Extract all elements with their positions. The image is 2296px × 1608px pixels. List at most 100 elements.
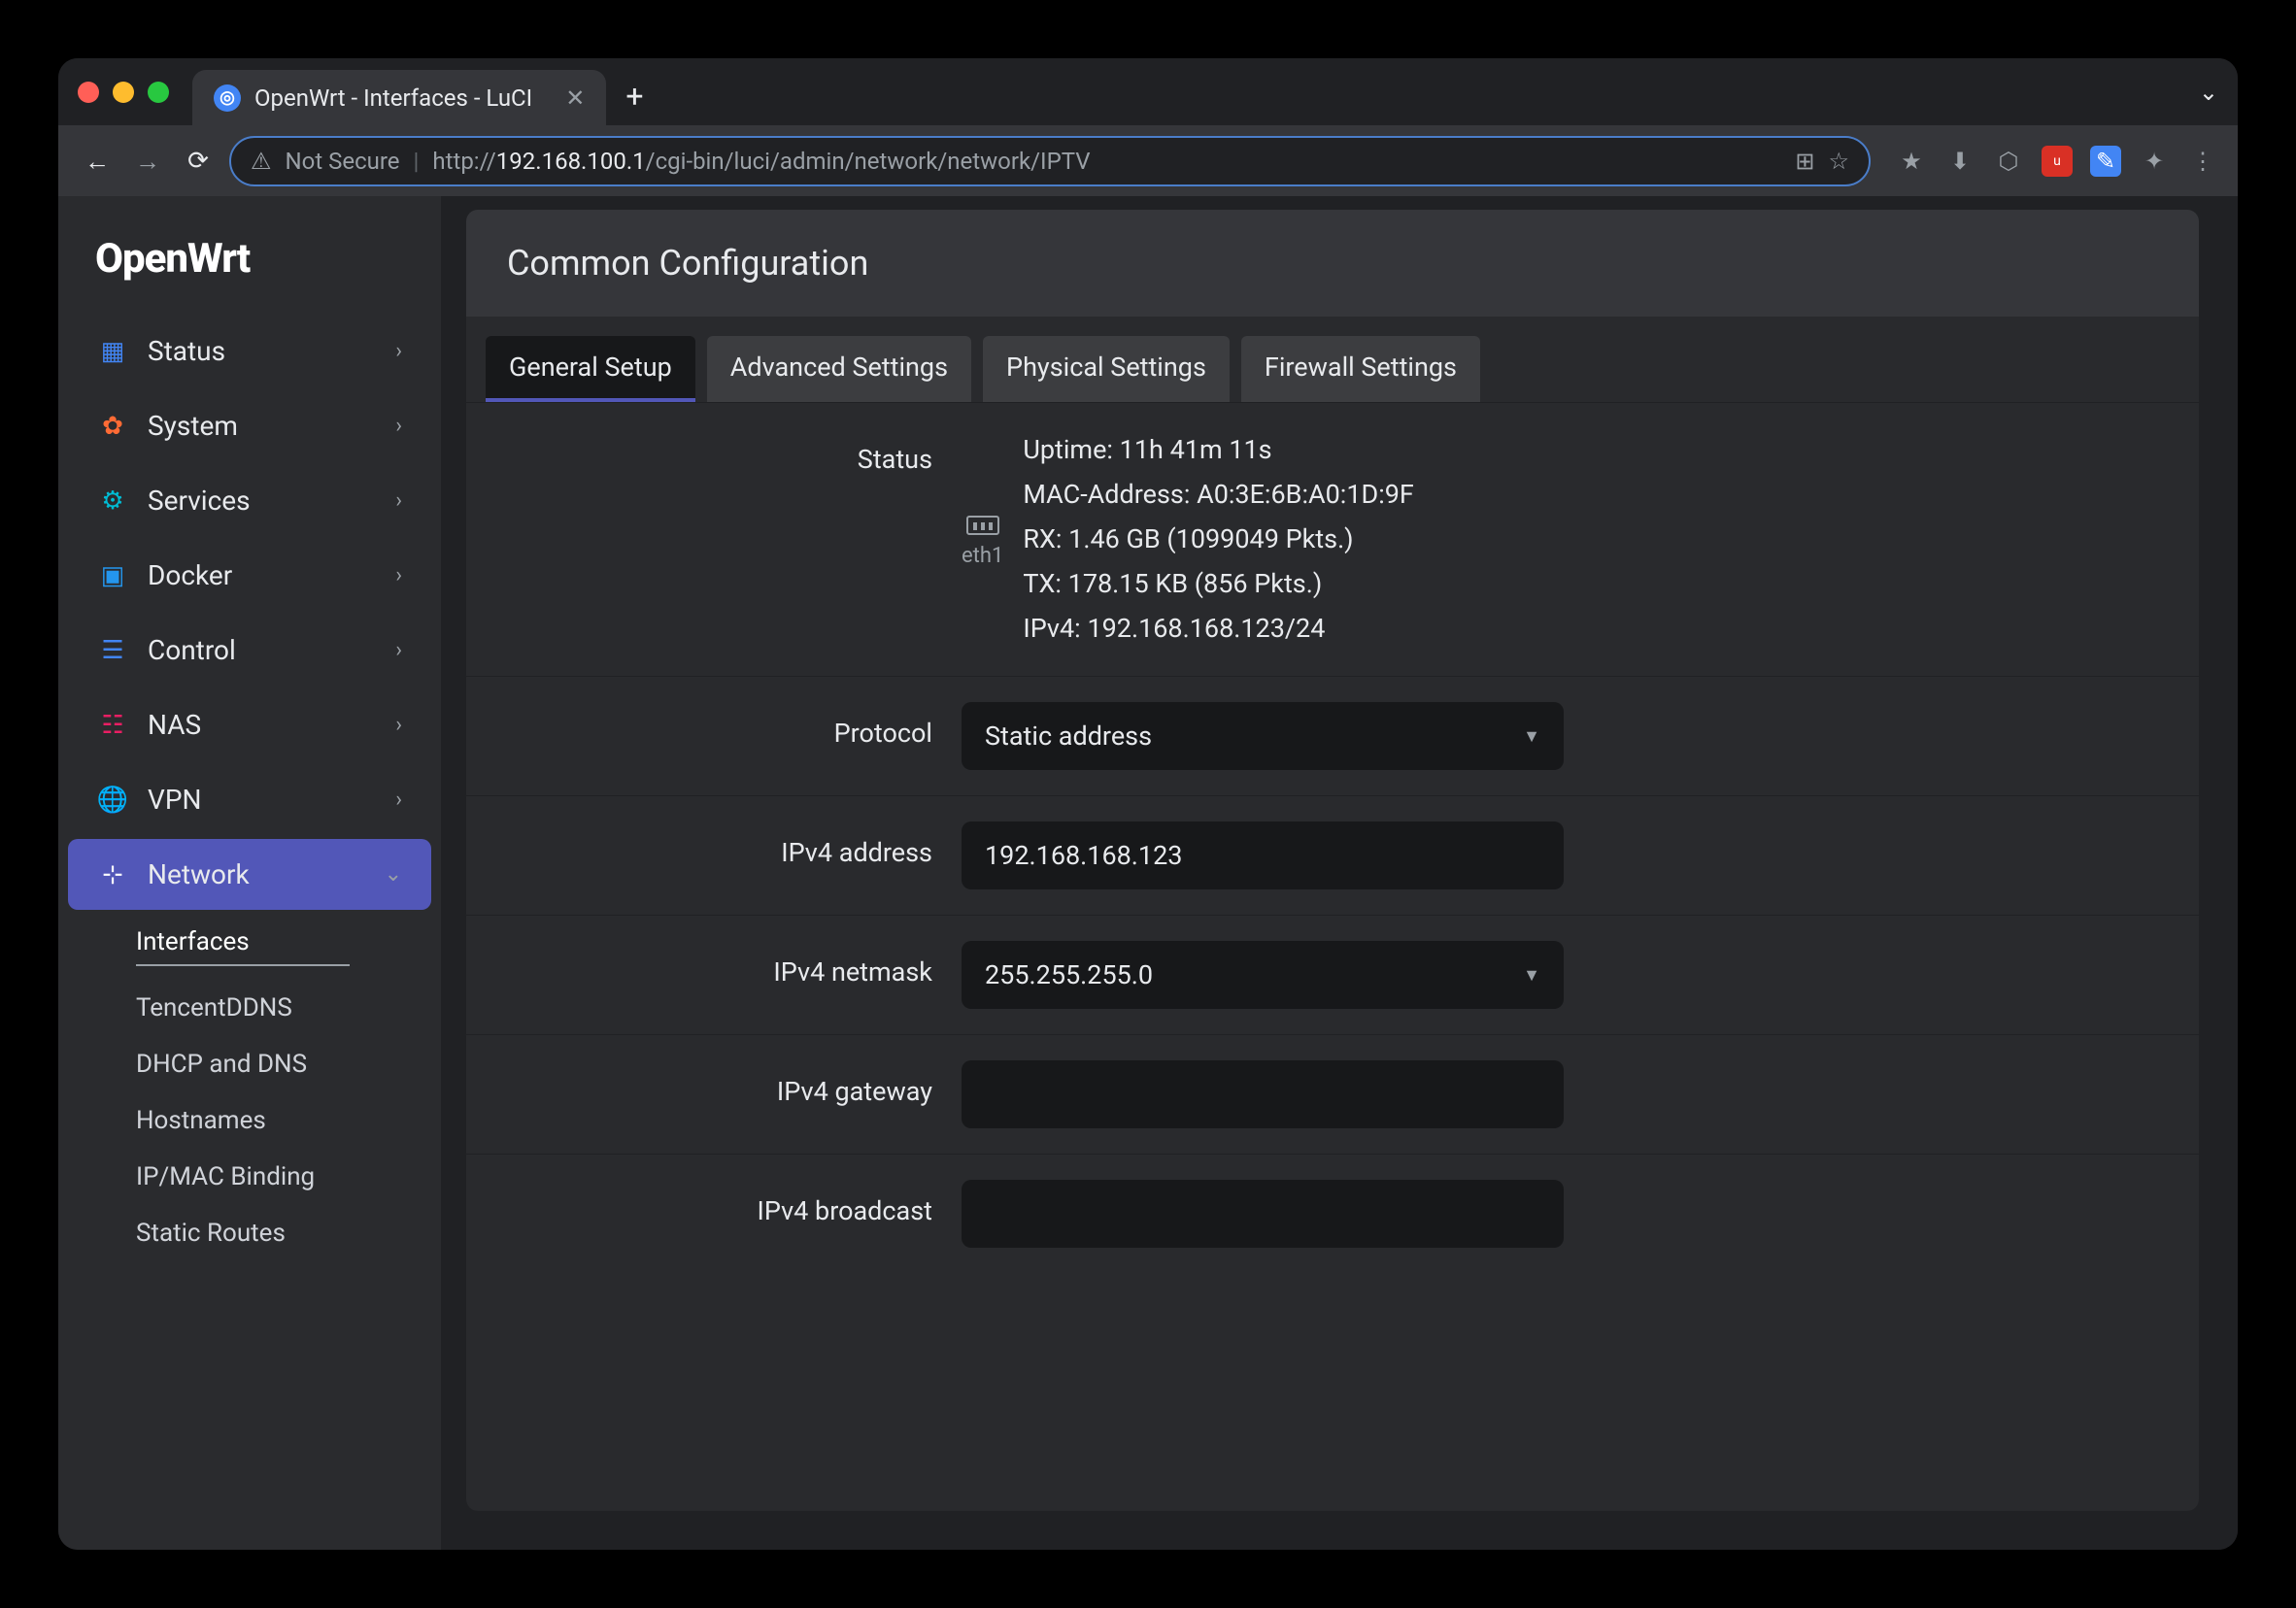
maximize-window-button[interactable] bbox=[148, 82, 169, 103]
warning-icon: ⚠ bbox=[251, 148, 272, 175]
ipv4-netmask-select[interactable]: 255.255.255.0 ▼ bbox=[962, 941, 1564, 1009]
close-window-button[interactable] bbox=[78, 82, 99, 103]
sidebar-item-network[interactable]: ⊹ Network ⌄ bbox=[68, 839, 431, 910]
sidebar-item-label: Docker bbox=[148, 559, 376, 591]
main-content: Common Configuration General Setup Advan… bbox=[441, 196, 2238, 1550]
ipv4-netmask-label: IPv4 netmask bbox=[486, 941, 962, 988]
titlebar: ◎ OpenWrt - Interfaces - LuCI ✕ + ⌄ bbox=[58, 58, 2238, 126]
tab-list-chevron-icon[interactable]: ⌄ bbox=[2199, 79, 2218, 106]
browser-tab[interactable]: ◎ OpenWrt - Interfaces - LuCI ✕ bbox=[192, 70, 606, 126]
tab-physical-settings[interactable]: Physical Settings bbox=[983, 336, 1230, 402]
status-row: Status eth1 Uptime: 11h 41m 11s MAC-Addr… bbox=[466, 402, 2199, 676]
chevron-right-icon: › bbox=[395, 713, 402, 737]
sidebar-item-status[interactable]: ▦ Status › bbox=[68, 316, 431, 386]
globe-icon: 🌐 bbox=[97, 785, 128, 816]
chevron-right-icon: › bbox=[395, 414, 402, 438]
sidebar: OpenWrt ▦ Status › ✿ System › ⚙ Services… bbox=[58, 196, 441, 1550]
sidebar-item-label: Control bbox=[148, 634, 376, 666]
download-icon[interactable]: ⬇ bbox=[1944, 146, 1975, 177]
tab-advanced-settings[interactable]: Advanced Settings bbox=[707, 336, 971, 402]
address-bar[interactable]: ⚠ Not Secure | http://192.168.100.1/cgi-… bbox=[229, 136, 1871, 186]
submenu-item-tencentddns[interactable]: TencentDDNS bbox=[117, 980, 441, 1036]
panel-title: Common Configuration bbox=[466, 210, 2199, 317]
shield-icon[interactable]: ⬡ bbox=[1993, 146, 2024, 177]
config-panel: Common Configuration General Setup Advan… bbox=[466, 210, 2199, 1511]
tab-close-icon[interactable]: ✕ bbox=[565, 84, 585, 112]
new-tab-button[interactable]: + bbox=[625, 78, 643, 115]
sidebar-item-nas[interactable]: ☷ NAS › bbox=[68, 689, 431, 760]
network-submenu: Interfaces TencentDDNS DHCP and DNS Host… bbox=[58, 914, 441, 1261]
extensions-puzzle-icon[interactable]: ✦ bbox=[2139, 146, 2170, 177]
url-text: http://192.168.100.1/cgi-bin/luci/admin/… bbox=[432, 148, 1781, 175]
content-area: OpenWrt ▦ Status › ✿ System › ⚙ Services… bbox=[58, 196, 2238, 1550]
browser-window: ◎ OpenWrt - Interfaces - LuCI ✕ + ⌄ ← → … bbox=[58, 58, 2238, 1550]
status-details: Uptime: 11h 41m 11s MAC-Address: A0:3E:6… bbox=[1023, 428, 1414, 651]
netmask-value: 255.255.255.0 bbox=[985, 959, 1153, 990]
submenu-item-interfaces[interactable]: Interfaces bbox=[117, 914, 441, 980]
sidebar-item-docker[interactable]: ▣ Docker › bbox=[68, 540, 431, 611]
docker-icon: ▣ bbox=[97, 560, 128, 591]
chevron-down-icon: ⌄ bbox=[385, 862, 402, 887]
sidebar-item-label: Network bbox=[148, 858, 365, 890]
logo-text: OpenWrt bbox=[95, 235, 404, 283]
submenu-item-ipmac[interactable]: IP/MAC Binding bbox=[117, 1149, 441, 1205]
submenu-item-static-routes[interactable]: Static Routes bbox=[117, 1205, 441, 1261]
database-icon: ☷ bbox=[97, 710, 128, 741]
gear-icon: ✿ bbox=[97, 411, 128, 442]
caret-down-icon: ▼ bbox=[1523, 726, 1540, 747]
chevron-right-icon: › bbox=[395, 638, 402, 662]
ipv4-broadcast-label: IPv4 broadcast bbox=[486, 1180, 962, 1226]
submenu-item-hostnames[interactable]: Hostnames bbox=[117, 1092, 441, 1149]
ipv4-broadcast-input[interactable] bbox=[962, 1180, 1564, 1248]
eth-label: eth1 bbox=[962, 544, 1003, 568]
ipv4-address-input[interactable] bbox=[962, 821, 1564, 889]
status-label: Status bbox=[486, 428, 962, 475]
translate-icon[interactable]: ⊞ bbox=[1795, 148, 1814, 175]
back-button[interactable]: ← bbox=[78, 142, 117, 181]
ipv4-address-label: IPv4 address bbox=[486, 821, 962, 868]
bookmark-star-icon[interactable]: ☆ bbox=[1828, 148, 1849, 175]
ipv4-gateway-input[interactable] bbox=[962, 1060, 1564, 1128]
url-separator: | bbox=[414, 148, 420, 175]
status-block: eth1 Uptime: 11h 41m 11s MAC-Address: A0… bbox=[962, 428, 1985, 651]
network-icon: ⊹ bbox=[97, 859, 128, 890]
gears-icon: ⚙ bbox=[97, 486, 128, 517]
sidebar-item-control[interactable]: ☰ Control › bbox=[68, 615, 431, 686]
submenu-item-dhcp-dns[interactable]: DHCP and DNS bbox=[117, 1036, 441, 1092]
browser-toolbar: ← → ⟳ ⚠ Not Secure | http://192.168.100.… bbox=[58, 126, 2238, 196]
chevron-right-icon: › bbox=[395, 787, 402, 812]
forward-button[interactable]: → bbox=[128, 142, 167, 181]
ipv4-netmask-row: IPv4 netmask 255.255.255.0 ▼ bbox=[466, 915, 2199, 1034]
sidebar-item-label: NAS bbox=[148, 709, 376, 741]
tab-title: OpenWrt - Interfaces - LuCI bbox=[254, 84, 532, 112]
logo: OpenWrt bbox=[58, 196, 441, 312]
ipv4-broadcast-row: IPv4 broadcast bbox=[466, 1154, 2199, 1273]
sidebar-item-label: VPN bbox=[148, 784, 376, 816]
protocol-select[interactable]: Static address ▼ bbox=[962, 702, 1564, 770]
sidebar-item-label: Services bbox=[148, 485, 376, 517]
ublock-icon[interactable]: u bbox=[2042, 146, 2073, 177]
tab-general-setup[interactable]: General Setup bbox=[486, 336, 695, 402]
chevron-right-icon: › bbox=[395, 563, 402, 587]
sidebar-item-system[interactable]: ✿ System › bbox=[68, 390, 431, 461]
extension-icons: ★ ⬇ ⬡ u ✎ ✦ ⋮ bbox=[1896, 146, 2218, 177]
menu-dots-icon[interactable]: ⋮ bbox=[2187, 146, 2218, 177]
sliders-icon: ☰ bbox=[97, 635, 128, 666]
chevron-right-icon: › bbox=[395, 339, 402, 363]
reload-button[interactable]: ⟳ bbox=[179, 142, 218, 181]
ipv4-gateway-row: IPv4 gateway bbox=[466, 1034, 2199, 1154]
sidebar-item-services[interactable]: ⚙ Services › bbox=[68, 465, 431, 536]
minimize-window-button[interactable] bbox=[113, 82, 134, 103]
sidebar-item-label: System bbox=[148, 410, 376, 442]
sidebar-item-vpn[interactable]: 🌐 VPN › bbox=[68, 764, 431, 835]
dashboard-icon: ▦ bbox=[97, 336, 128, 367]
chevron-right-icon: › bbox=[395, 488, 402, 513]
tab-firewall-settings[interactable]: Firewall Settings bbox=[1241, 336, 1480, 402]
extension-icon[interactable]: ✎ bbox=[2090, 146, 2121, 177]
star-icon[interactable]: ★ bbox=[1896, 146, 1927, 177]
ipv4-address-row: IPv4 address bbox=[466, 795, 2199, 915]
security-status: Not Secure bbox=[286, 148, 400, 175]
protocol-value: Static address bbox=[985, 720, 1152, 752]
favicon-icon: ◎ bbox=[214, 84, 241, 112]
protocol-label: Protocol bbox=[486, 702, 962, 749]
